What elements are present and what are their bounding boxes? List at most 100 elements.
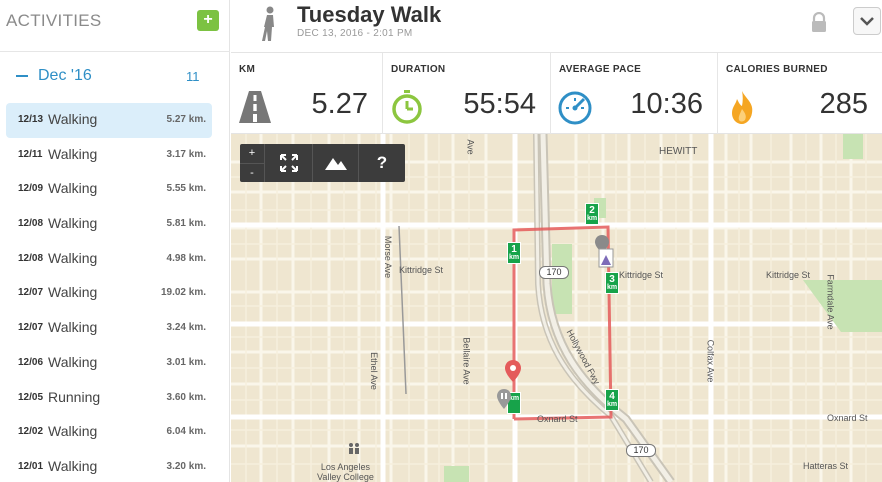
terrain-button[interactable] <box>312 144 358 182</box>
options-dropdown-button[interactable] <box>853 7 881 35</box>
street-label: Ave <box>465 139 476 155</box>
highway-shield: 170 <box>626 444 656 457</box>
map-controls: + - ? <box>240 144 405 182</box>
activity-type: Walking <box>48 249 98 266</box>
activity-item[interactable]: 12/01 Walking 3.20 km. <box>6 450 212 482</box>
chevron-down-icon <box>860 17 874 26</box>
stat-label: AVERAGE PACE <box>559 64 642 75</box>
road-icon <box>239 91 271 123</box>
stats-bar: KM 5.27 DURATION 55:54 AVERAGE PACE 10:3… <box>231 53 882 134</box>
km-marker[interactable]: 3 km <box>605 272 619 294</box>
activity-item[interactable]: 12/08 Walking 5.81 km. <box>6 207 212 242</box>
start-pin-icon[interactable] <box>505 360 521 386</box>
street-label: Ethel Ave <box>368 352 379 390</box>
activity-distance: 3.20 km. <box>166 460 206 472</box>
activity-date: 12/07 <box>18 322 44 334</box>
activity-type: Walking <box>48 353 98 370</box>
zoom-out-button[interactable]: - <box>240 163 264 182</box>
activity-item[interactable]: 12/08 Walking 4.98 km. <box>6 242 212 277</box>
activity-item[interactable]: 12/05 Running 3.60 km. <box>6 381 212 416</box>
activity-item[interactable]: 12/13 Walking 5.27 km. <box>6 103 212 138</box>
speedometer-icon <box>558 91 592 125</box>
stat-value: 55:54 <box>463 88 536 120</box>
highway-shield: 170 <box>539 266 569 279</box>
stat-value: 5.27 <box>311 88 368 120</box>
activity-item[interactable]: 12/09 Walking 5.55 km. <box>6 172 212 207</box>
activity-title: Tuesday Walk <box>297 2 442 27</box>
pause-pin-icon[interactable] <box>497 389 511 413</box>
activity-distance: 5.55 km. <box>166 183 206 195</box>
activity-type: Walking <box>48 319 98 336</box>
mountain-icon <box>325 158 347 170</box>
activity-item[interactable]: 12/11 Walking 3.17 km. <box>6 138 212 173</box>
km-marker[interactable]: 1 km <box>507 242 521 264</box>
activity-distance: 4.98 km. <box>166 252 206 264</box>
activity-distance: 5.81 km. <box>166 218 206 230</box>
activity-date: 12/08 <box>18 218 44 230</box>
help-button[interactable]: ? <box>358 144 405 182</box>
stat-value: 285 <box>819 88 868 120</box>
activity-date: 12/09 <box>18 183 44 195</box>
activity-distance: 6.04 km. <box>166 426 206 438</box>
activity-type: Walking <box>48 457 98 474</box>
km-marker-unit: km <box>586 215 598 222</box>
activity-item[interactable]: 12/07 Walking 3.24 km. <box>6 311 212 346</box>
sidebar-header: ACTIVITIES + <box>0 0 230 52</box>
activity-date: 12/02 <box>18 426 44 438</box>
activity-distance: 3.17 km. <box>166 148 206 160</box>
km-marker[interactable]: 2 km <box>585 203 599 225</box>
map-base-layer <box>231 134 882 482</box>
stat-duration: DURATION 55:54 <box>383 53 551 134</box>
activity-list: 12/13 Walking 5.27 km. 12/11 Walking 3.1… <box>0 103 230 482</box>
month-group-header[interactable]: Dec '16 11 <box>0 52 230 100</box>
km-marker[interactable]: 4 km <box>605 389 619 411</box>
sidebar-title: ACTIVITIES <box>6 11 102 30</box>
activity-date: 12/07 <box>18 287 44 299</box>
activity-date: 12/08 <box>18 252 44 264</box>
month-label: Dec '16 <box>38 67 92 84</box>
walking-person-icon <box>262 6 274 41</box>
activity-type: Walking <box>48 145 98 162</box>
college-icon <box>349 443 359 454</box>
street-label: Oxnard St <box>827 413 868 423</box>
activity-type: Walking <box>48 284 98 301</box>
month-count: 11 <box>186 69 200 84</box>
route-map[interactable]: + - ? HEWITT Kittridge St Kittridge St K… <box>231 134 882 482</box>
stat-average-pace: AVERAGE PACE 10:36 <box>551 53 718 134</box>
street-label: Morse Ave <box>383 235 394 279</box>
stat-label: DURATION <box>391 64 446 75</box>
km-marker-unit: km <box>606 284 618 291</box>
activity-date: 12/13 <box>18 114 44 125</box>
street-label: Kittridge St <box>619 270 664 280</box>
zoom-in-button[interactable]: + <box>240 144 264 163</box>
stat-label: KM <box>239 64 256 75</box>
stat-value: 10:36 <box>630 88 703 120</box>
km-marker-unit: km <box>606 401 618 408</box>
stat-label: CALORIES BURNED <box>726 64 828 75</box>
collapse-icon <box>16 75 28 77</box>
activity-date: 12/11 <box>18 148 43 160</box>
activity-distance: 3.60 km. <box>166 391 206 403</box>
street-label: Hatteras St <box>803 461 849 471</box>
lock-icon[interactable] <box>810 12 828 32</box>
activity-item[interactable]: 12/07 Walking 19.02 km. <box>6 276 212 311</box>
stat-distance: KM 5.27 <box>231 53 383 134</box>
activity-item[interactable]: 12/02 Walking 6.04 km. <box>6 415 212 450</box>
activity-distance: 19.02 km. <box>160 287 206 299</box>
activity-distance: 5.27 km. <box>166 114 206 125</box>
activity-item[interactable]: 12/06 Walking 3.01 km. <box>6 346 212 381</box>
stopwatch-icon <box>392 90 422 124</box>
street-label: HEWITT <box>659 146 698 157</box>
street-label: Oxnard St <box>537 414 578 424</box>
college-label: Los Angeles Valley College <box>317 462 374 482</box>
street-label: Bellaire Ave <box>461 337 472 385</box>
add-activity-button[interactable]: + <box>197 10 219 31</box>
street-label: Farmdale Ave <box>825 274 836 330</box>
activity-distance: 3.24 km. <box>166 322 206 334</box>
activity-distance: 3.01 km. <box>166 356 206 368</box>
km-marker-unit: km <box>508 254 520 261</box>
activity-type: Walking <box>48 215 98 232</box>
fullscreen-icon <box>280 154 298 172</box>
photo-pin-icon[interactable] <box>595 235 615 269</box>
fullscreen-button[interactable] <box>264 144 312 182</box>
